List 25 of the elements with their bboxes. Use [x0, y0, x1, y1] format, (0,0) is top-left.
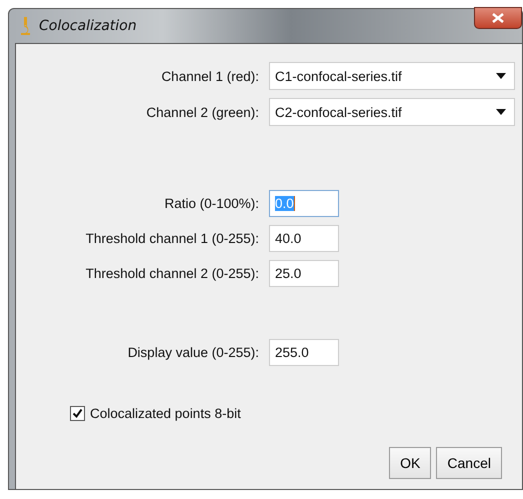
close-button[interactable] [474, 7, 522, 29]
selected-text: 255.0 [275, 345, 309, 360]
selected-text: 40.0 [275, 231, 302, 246]
field-label: Channel 1 (red): [160, 68, 259, 84]
selected-text: 0.0 [275, 196, 295, 211]
dropdown[interactable]: C2-confocal-series.tif [269, 98, 515, 126]
number-field[interactable]: 255.0 [269, 339, 339, 366]
field-label: Ratio (0-100%): [163, 196, 259, 211]
ok-button[interactable]: OK [389, 447, 432, 479]
checkbox-label: Colocalizated points 8-bit [90, 406, 241, 421]
field-label: Threshold channel 1 (0-255): [84, 231, 259, 246]
cancel-button[interactable]: Cancel [436, 447, 502, 479]
microscope-icon [19, 16, 31, 36]
window-title: Colocalization [39, 18, 137, 34]
number-field[interactable]: 25.0 [269, 260, 339, 287]
number-field[interactable]: 40.0 [269, 225, 339, 252]
caret-icon [496, 73, 506, 79]
field-label: Channel 2 (green): [145, 104, 259, 120]
dropdown[interactable]: C1-confocal-series.tif [269, 62, 515, 90]
selected-text: 25.0 [275, 266, 302, 281]
checkbox[interactable] [70, 406, 85, 421]
caret-icon [496, 109, 506, 115]
close-icon [492, 13, 504, 23]
field-label: Threshold channel 2 (0-255): [84, 266, 259, 281]
field-label: Display value (0-255): [126, 345, 259, 360]
